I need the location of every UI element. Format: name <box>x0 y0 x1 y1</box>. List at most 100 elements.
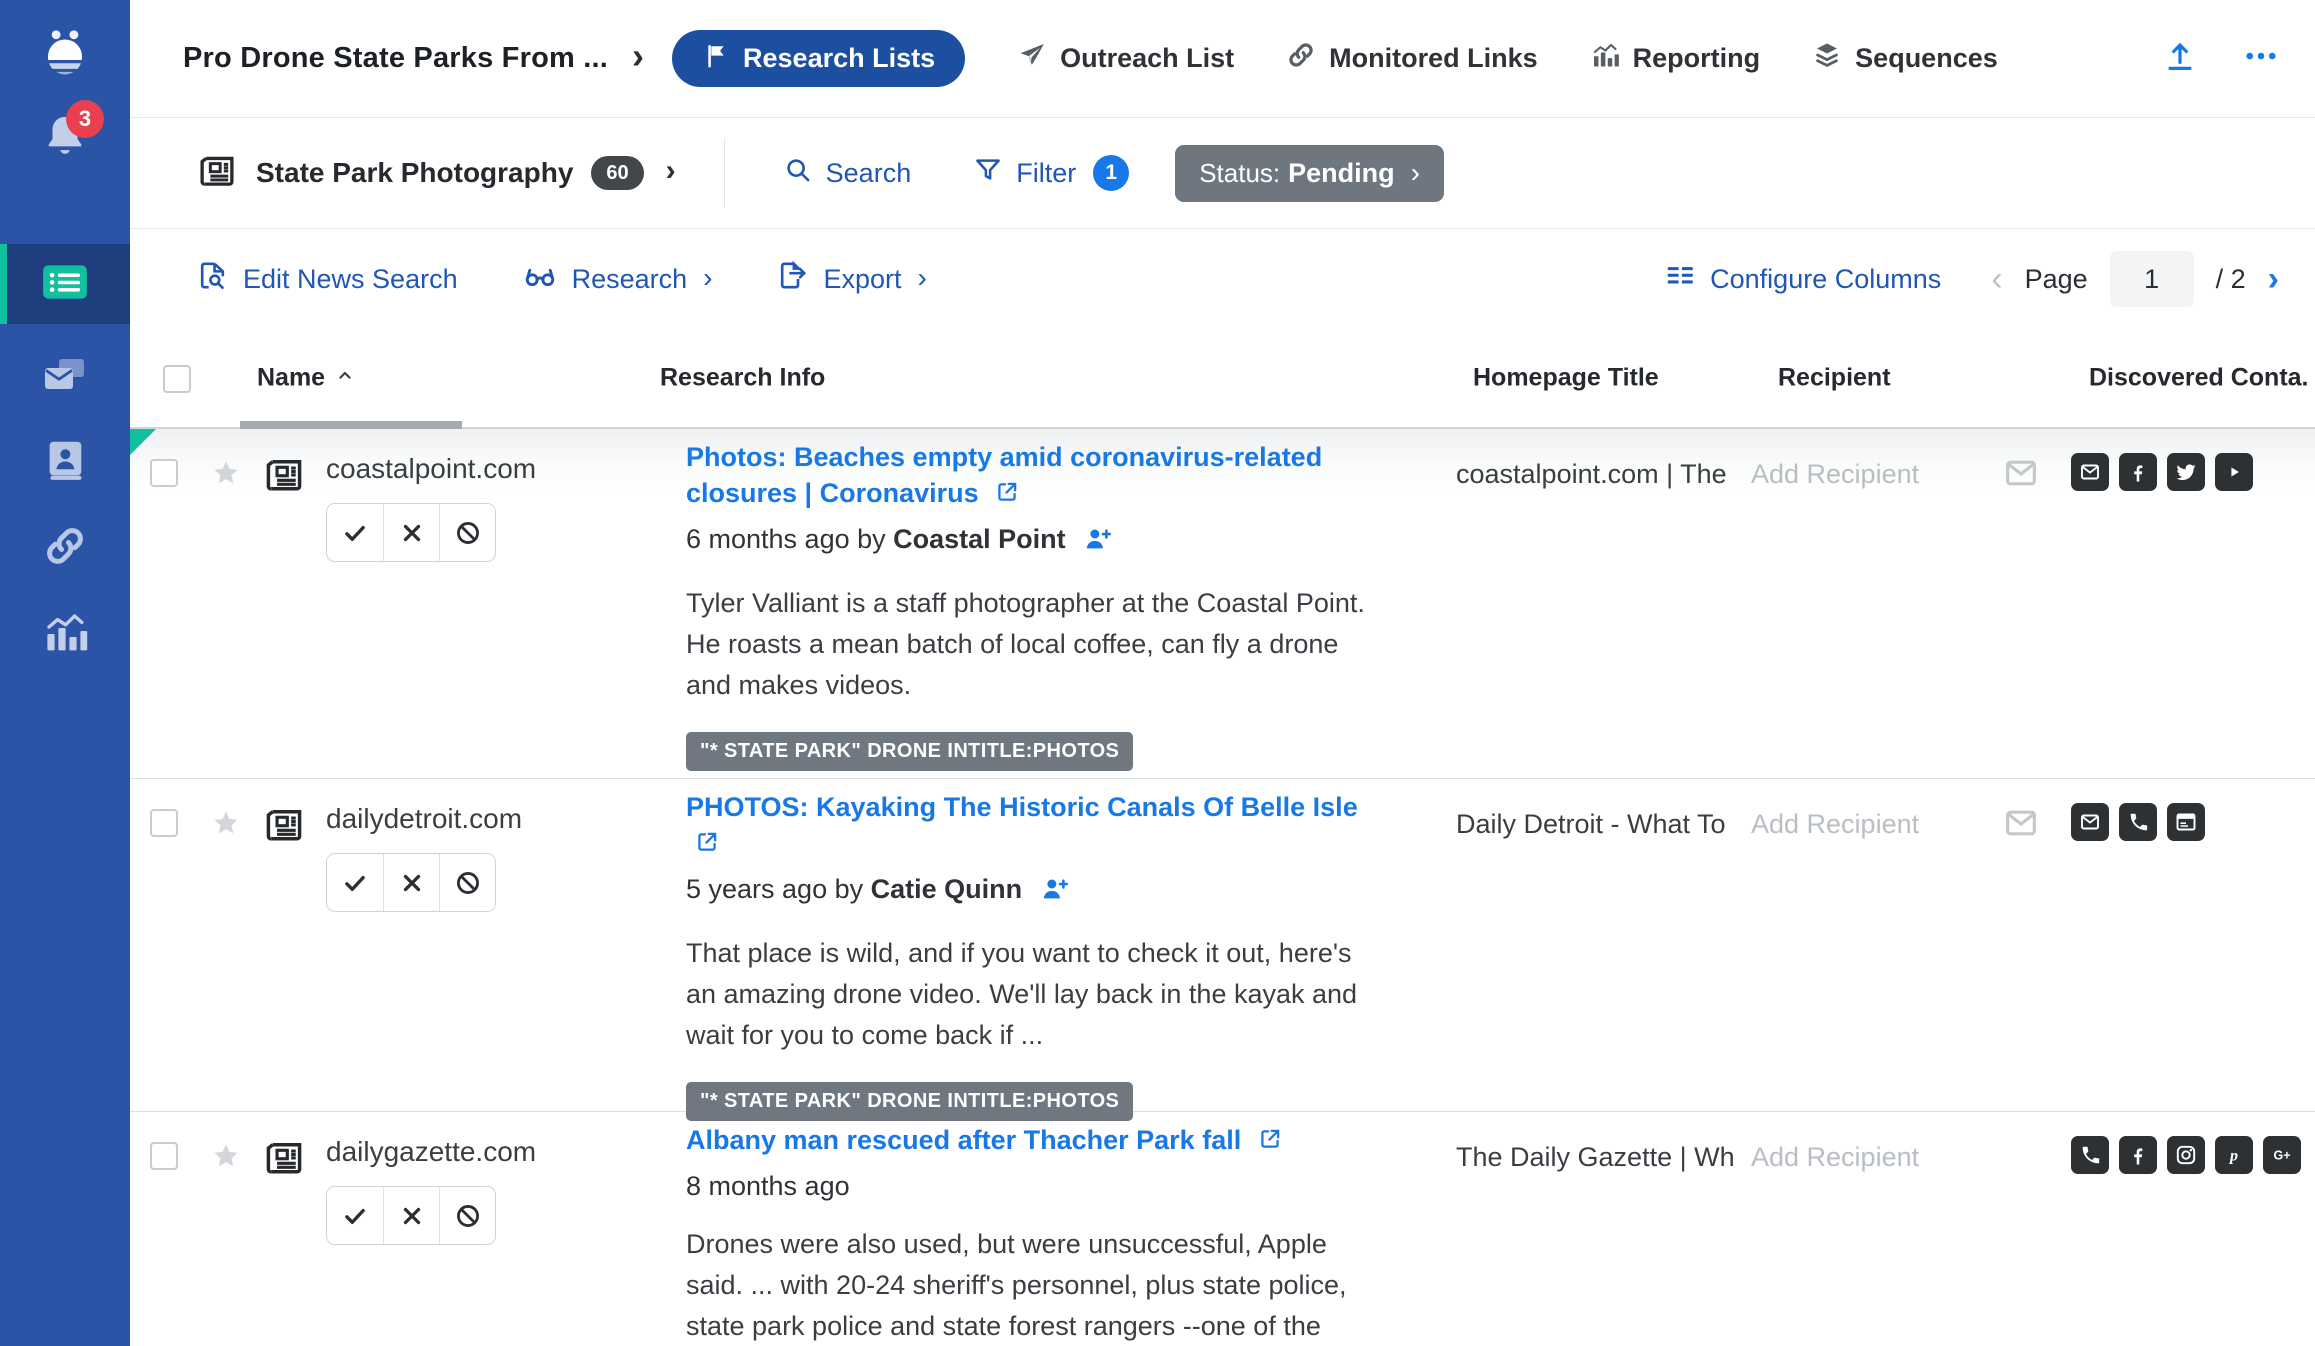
page-number-input[interactable] <box>2110 251 2194 307</box>
chain-link-icon <box>1286 40 1316 77</box>
pinterest-icon[interactable] <box>2215 1136 2253 1174</box>
article-link[interactable]: Photos: Beaches empty amid coronavirus-r… <box>686 442 1322 508</box>
article-description: Drones were also used, but were unsucces… <box>686 1224 1386 1346</box>
top-navigation: Research Lists Outreach List Monitored L… <box>672 30 1998 87</box>
twitter-icon[interactable] <box>2167 453 2205 491</box>
sidebar-item-reports[interactable] <box>0 594 130 674</box>
approve-button[interactable] <box>327 1187 383 1244</box>
sidebar-item-outreach[interactable] <box>0 336 130 416</box>
filter-button[interactable]: Filter 1 <box>973 155 1129 192</box>
google-plus-icon[interactable] <box>2263 1136 2301 1174</box>
column-header-discovered-contacts[interactable]: Discovered Conta... <box>2089 364 2309 393</box>
export-label: Export <box>823 264 901 295</box>
chevron-right-icon[interactable]: › <box>632 35 644 77</box>
upload-icon[interactable] <box>2163 39 2197 78</box>
website-domain[interactable]: dailydetroit.com <box>326 803 686 835</box>
facebook-icon[interactable] <box>2119 453 2157 491</box>
tab-label: Outreach List <box>1060 43 1234 74</box>
row-checkbox[interactable] <box>150 1142 178 1170</box>
tab-reporting[interactable]: Reporting <box>1590 40 1761 77</box>
search-query-tag: "* STATE PARK" DRONE INTITLE:PHOTOS <box>686 732 1133 771</box>
sort-indicator-bar <box>240 421 462 429</box>
article-age: 6 months ago by <box>686 524 893 554</box>
website-domain[interactable]: dailygazette.com <box>326 1136 686 1168</box>
sidebar-item-links[interactable] <box>0 508 130 588</box>
add-recipient-field[interactable]: Add Recipient <box>1751 459 1991 490</box>
columns-icon <box>1664 260 1696 299</box>
edit-news-search-button[interactable]: Edit News Search <box>196 259 458 299</box>
email-contact-icon[interactable] <box>2071 803 2109 841</box>
notifications-button[interactable]: 3 <box>0 108 130 168</box>
status-value: Pending <box>1288 158 1395 189</box>
add-person-icon[interactable] <box>1083 524 1113 561</box>
tab-research-lists[interactable]: Research Lists <box>672 30 965 87</box>
phone-icon[interactable] <box>2071 1136 2109 1174</box>
block-button[interactable] <box>439 504 495 561</box>
list-count-badge: 60 <box>591 156 643 190</box>
approve-button[interactable] <box>327 504 383 561</box>
more-menu-icon[interactable] <box>2243 38 2279 79</box>
divider <box>724 139 725 207</box>
column-header-research-info[interactable]: Research Info <box>660 364 825 393</box>
select-all-checkbox[interactable] <box>163 365 191 393</box>
sidebar-item-research-lists[interactable] <box>0 244 130 324</box>
funnel-icon <box>973 155 1003 192</box>
facebook-icon[interactable] <box>2119 1136 2157 1174</box>
status-filter-button[interactable]: Status: Pending › <box>1175 145 1444 202</box>
column-header-recipient[interactable]: Recipient <box>1778 364 1891 393</box>
previous-page-icon[interactable]: ‹ <box>1991 260 2002 299</box>
article-link[interactable]: PHOTOS: Kayaking The Historic Canals Of … <box>686 792 1358 858</box>
reject-button[interactable] <box>383 504 439 561</box>
column-header-name[interactable]: Name <box>257 364 355 393</box>
search-button[interactable]: Search <box>783 155 912 192</box>
favorite-star-icon[interactable] <box>210 801 262 1111</box>
youtube-icon[interactable] <box>2215 453 2253 491</box>
research-menu-button[interactable]: Research › <box>522 258 713 301</box>
article-author: Catie Quinn <box>871 874 1023 904</box>
add-person-icon[interactable] <box>1040 874 1070 911</box>
discovered-contacts-cell <box>2041 803 2315 1111</box>
block-button[interactable] <box>439 1187 495 1244</box>
buzzstream-logo[interactable] <box>0 24 130 86</box>
tab-outreach-list[interactable]: Outreach List <box>1017 40 1234 77</box>
project-title[interactable]: Pro Drone State Parks From ... <box>183 42 608 75</box>
phone-icon[interactable] <box>2119 803 2157 841</box>
row-checkbox[interactable] <box>150 809 178 837</box>
configure-columns-button[interactable]: Configure Columns <box>1664 260 1941 299</box>
next-page-icon[interactable]: › <box>2268 260 2279 299</box>
tab-sequences[interactable]: Sequences <box>1812 40 1998 77</box>
approve-button[interactable] <box>327 854 383 911</box>
instagram-icon[interactable] <box>2167 1136 2205 1174</box>
bee-logo-icon <box>37 25 93 86</box>
email-outline-icon[interactable] <box>2001 803 2041 848</box>
row-checkbox[interactable] <box>150 459 178 487</box>
document-search-icon <box>196 259 229 299</box>
active-indicator-bar <box>0 244 7 324</box>
chevron-right-icon: › <box>918 262 927 294</box>
mail-card-icon <box>41 350 89 403</box>
tab-label: Reporting <box>1633 43 1761 74</box>
email-contact-icon[interactable] <box>2071 453 2109 491</box>
contact-card-icon[interactable] <box>2167 803 2205 841</box>
add-recipient-field[interactable]: Add Recipient <box>1751 1142 2041 1173</box>
email-outline-icon[interactable] <box>2001 453 2041 498</box>
website-domain[interactable]: coastalpoint.com <box>326 453 686 485</box>
header-label: Name <box>257 364 325 393</box>
page-total: / 2 <box>2216 264 2246 295</box>
block-button[interactable] <box>439 854 495 911</box>
sidebar-item-contacts[interactable] <box>0 422 130 502</box>
export-menu-button[interactable]: Export › <box>776 259 926 299</box>
reject-button[interactable] <box>383 854 439 911</box>
filter-label: Filter <box>1016 158 1076 189</box>
list-selector[interactable]: State Park Photography 60 › <box>196 150 676 197</box>
column-header-homepage-title[interactable]: Homepage Title <box>1473 364 1659 393</box>
reject-button[interactable] <box>383 1187 439 1244</box>
homepage-title-cell: Daily Detroit - What To <box>1456 809 1751 1111</box>
favorite-star-icon[interactable] <box>210 1134 262 1346</box>
add-recipient-field[interactable]: Add Recipient <box>1751 809 1991 840</box>
tab-monitored-links[interactable]: Monitored Links <box>1286 40 1538 77</box>
article-author: Coastal Point <box>893 524 1066 554</box>
edit-news-search-label: Edit News Search <box>243 264 458 295</box>
favorite-star-icon[interactable] <box>210 451 262 778</box>
article-link[interactable]: Albany man rescued after Thacher Park fa… <box>686 1125 1283 1155</box>
